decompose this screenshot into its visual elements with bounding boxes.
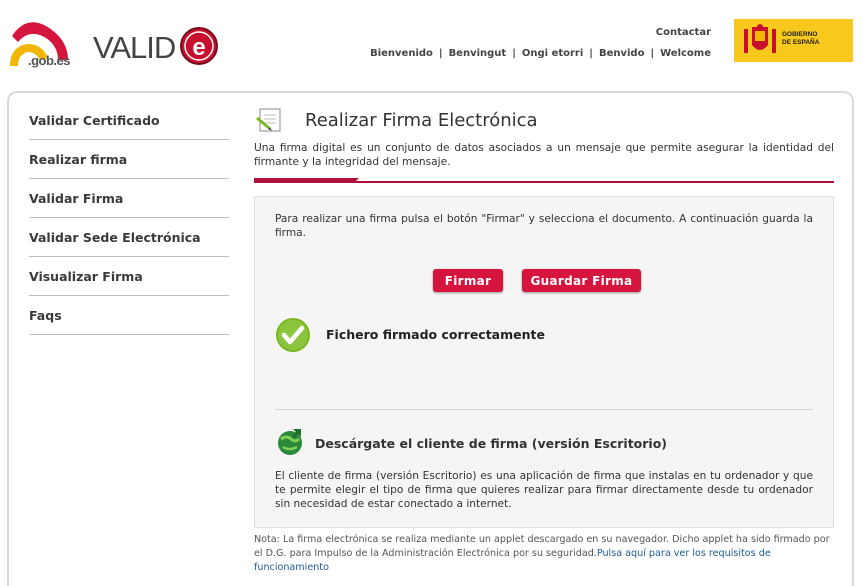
sidebar: Validar Certificado Realizar firma Valid… [29,101,229,335]
svg-text:e: e [192,34,205,61]
language-bar: Bienvenido | Benvingut | Ongi etorri | Benv… [370,48,711,59]
download-client-description: El cliente de firma (versión Escritorio)… [275,470,813,510]
contact-link[interactable]: Contactar [656,27,711,38]
valide-logo[interactable]: VALID e [93,24,221,70]
gob-es-logo[interactable]: .gob.es [8,16,83,72]
gobierno-text: GOBIERNO DE ESPAÑA [782,31,820,46]
sidebar-item-validar-sede[interactable]: Validar Sede Electrónica [29,218,229,257]
download-globe-icon[interactable] [275,427,305,457]
valide-e-icon: e [180,27,218,65]
note-text: Nota: La firma electrónica se realiza me… [254,534,830,573]
coat-of-arms-icon [744,24,776,53]
save-signature-button[interactable]: Guardar Firma [522,269,641,292]
intro-text: Una firma digital es un conjunto de dato… [254,142,834,168]
instructions-text: Para realizar una firma pulsa el botón "… [275,213,813,239]
document-pen-icon [256,108,281,132]
sidebar-item-visualizar-firma[interactable]: Visualizar Firma [29,257,229,296]
header: .gob.es VALID e Contactar Bienvenido | Be… [0,0,863,90]
lang-en-link[interactable]: Welcome [660,48,711,59]
main-content: Realizar Firma Electrónica Una firma dig… [254,105,834,184]
valide-text: VALID [93,30,176,65]
page-title: Realizar Firma Electrónica [305,110,538,131]
lang-eu-link[interactable]: Ongi etorri [522,48,583,59]
title-underline [254,178,834,184]
divider [275,409,813,410]
gob-es-text: .gob.es [28,53,71,68]
lang-gl-link[interactable]: Benvido [599,48,645,59]
download-client-title[interactable]: Descárgate el cliente de firma (versión … [315,436,667,451]
sign-button[interactable]: Firmar [433,269,503,292]
lang-es-link[interactable]: Bienvenido [370,48,433,59]
sidebar-item-validar-firma[interactable]: Validar Firma [29,179,229,218]
gobierno-espana-logo[interactable]: GOBIERNO DE ESPAÑA [734,19,853,62]
sidebar-item-realizar-firma[interactable]: Realizar firma [29,140,229,179]
sidebar-item-faqs[interactable]: Faqs [29,296,229,335]
checkmark-icon [276,318,310,352]
title-row: Realizar Firma Electrónica [254,105,834,137]
sign-panel: Para realizar una firma pulsa el botón "… [254,196,834,528]
sidebar-item-validar-certificado[interactable]: Validar Certificado [29,101,229,140]
status-message: Fichero firmado correctamente [326,327,545,342]
lang-ca-link[interactable]: Benvingut [449,48,507,59]
